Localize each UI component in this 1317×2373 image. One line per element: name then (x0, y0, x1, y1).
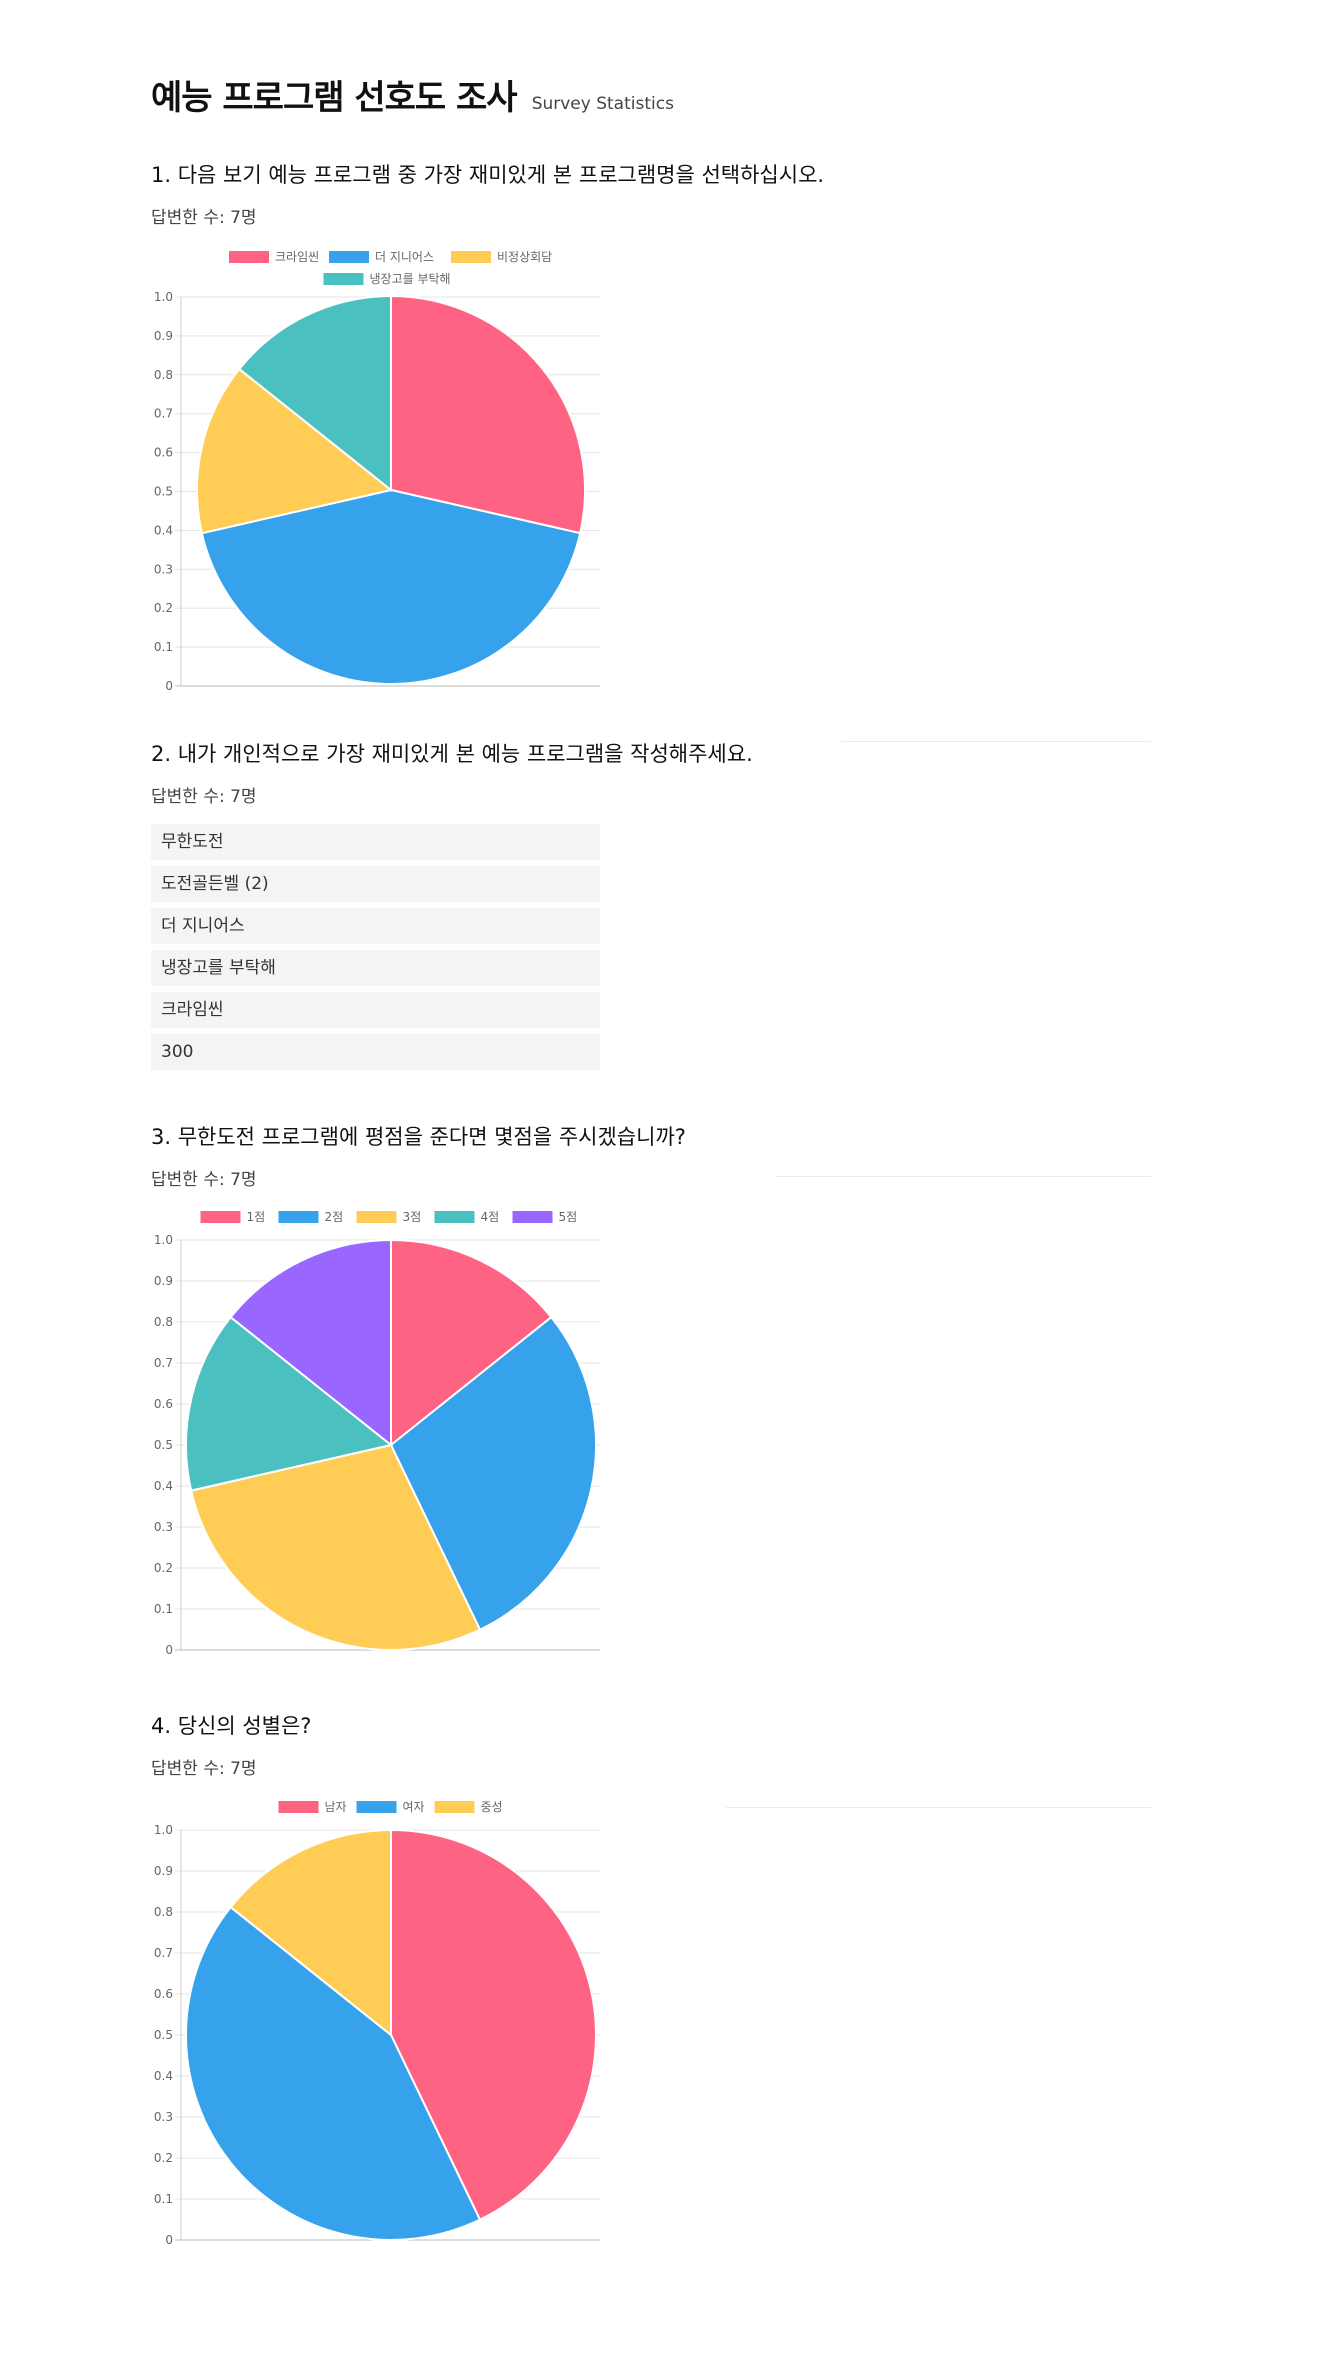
page-title: 예능 프로그램 선호도 조사 Survey Statistics (151, 70, 674, 119)
answer-item: 300 (151, 1034, 600, 1070)
legend-swatch (229, 251, 269, 263)
y-tick-label: 1.0 (154, 290, 173, 304)
legend-label: 3점 (403, 1210, 422, 1224)
question-3-title: 3. 무한도전 프로그램에 평점을 준다면 몇점을 주시겠습니까? (151, 1125, 686, 1149)
y-tick-label: 0.2 (154, 1561, 173, 1575)
answer-item: 무한도전 (151, 824, 600, 860)
y-tick-label: 0.6 (154, 446, 173, 460)
y-tick-label: 0 (165, 2233, 173, 2247)
legend-label: 5점 (559, 1210, 578, 1224)
section-divider (776, 1176, 1151, 1177)
legend-label: 여자 (403, 1800, 425, 1814)
legend-swatch (451, 251, 491, 263)
legend-label: 남자 (325, 1800, 347, 1814)
y-tick-label: 0.3 (154, 562, 173, 576)
y-tick-label: 0.7 (154, 1946, 173, 1960)
section-divider (841, 741, 1151, 742)
legend-swatch (278, 1801, 319, 1813)
question-1-pie-chart: 크라임씬 더 지니어스 비정상회담냉장고를 부탁해 0 0.1 0.2 0.3 0.4 0.5 0… (154, 250, 600, 693)
y-tick-label: 0.9 (154, 1274, 173, 1288)
legend-label: 냉장고를 부탁해 (370, 272, 451, 286)
question-3-pie-chart: 1점 2점 3점 4점 5점 0 0.1 0.2 0.3 0.4 0.5 0.6 0.7 0.8 0.9 1.… (154, 1210, 600, 1657)
y-tick-label: 0.5 (154, 1438, 173, 1452)
y-tick-label: 0.4 (154, 1479, 173, 1493)
legend-swatch (323, 273, 364, 285)
legend-label: 크라임씬 (275, 250, 319, 264)
answer-item: 냉장고를 부탁해 (151, 950, 600, 986)
y-tick-label: 0.8 (154, 1315, 173, 1329)
y-tick-label: 0.2 (154, 601, 173, 615)
y-tick-label: 0.4 (154, 523, 173, 537)
question-2-count: 답변한 수: 7명 (151, 787, 257, 807)
legend-swatch (200, 1211, 241, 1223)
y-tick-label: 0 (165, 679, 173, 693)
question-4-pie-chart: 남자 여자 중성 0 0.1 0.2 0.3 0.4 0.5 0.6 0.7 0.8 0.9 1.0 (154, 1800, 600, 2247)
answer-item: 크라임씬 (151, 992, 600, 1028)
question-2-title: 2. 내가 개인적으로 가장 재미있게 본 예능 프로그램을 작성해주세요. (151, 742, 753, 766)
question-1-count: 답변한 수: 7명 (151, 208, 257, 228)
y-tick-label: 0.1 (154, 640, 173, 654)
y-tick-label: 0.1 (154, 2192, 173, 2206)
page-subtitle: Survey Statistics (531, 94, 674, 114)
page-title-main: 예능 프로그램 선호도 조사 (151, 78, 518, 118)
y-tick-label: 0 (165, 1643, 173, 1657)
legend-swatch (278, 1211, 319, 1223)
y-tick-label: 0.3 (154, 1520, 173, 1534)
section-divider (726, 1807, 1151, 1808)
y-tick-label: 0.4 (154, 2069, 173, 2083)
y-tick-label: 0.7 (154, 407, 173, 421)
legend-label: 비정상회담 (497, 250, 552, 264)
y-tick-label: 0.6 (154, 1987, 173, 2001)
y-tick-label: 1.0 (154, 1233, 173, 1247)
y-tick-label: 0.8 (154, 1905, 173, 1919)
y-tick-label: 0.6 (154, 1397, 173, 1411)
question-3-count: 답변한 수: 7명 (151, 1170, 257, 1190)
y-tick-label: 0.8 (154, 368, 173, 382)
y-tick-label: 0.3 (154, 2110, 173, 2124)
answer-item: 더 지니어스 (151, 908, 600, 944)
y-tick-label: 0.1 (154, 1602, 173, 1616)
legend-swatch (434, 1801, 475, 1813)
legend-swatch (512, 1211, 553, 1223)
legend-swatch (356, 1211, 397, 1223)
question-1-title: 1. 다음 보기 예능 프로그램 중 가장 재미있게 본 프로그램명을 선택하십… (151, 163, 825, 187)
y-tick-label: 0.5 (154, 485, 173, 499)
legend-label: 중성 (481, 1800, 503, 1814)
legend-swatch (434, 1211, 475, 1223)
y-tick-label: 0.9 (154, 329, 173, 343)
legend-label: 더 지니어스 (375, 250, 434, 264)
y-tick-label: 0.5 (154, 2028, 173, 2042)
legend-label: 1점 (247, 1210, 266, 1224)
question-4-count: 답변한 수: 7명 (151, 1759, 257, 1779)
y-tick-label: 0.9 (154, 1864, 173, 1878)
legend-label: 2점 (325, 1210, 344, 1224)
y-tick-label: 1.0 (154, 1823, 173, 1837)
legend-label: 4점 (481, 1210, 500, 1224)
y-tick-label: 0.7 (154, 1356, 173, 1370)
question-4-title: 4. 당신의 성별은? (151, 1714, 312, 1738)
answer-list: 무한도전 도전골든벨 (2) 더 지니어스 냉장고를 부탁해 크라임씬 300 (151, 824, 600, 1076)
legend-swatch (329, 251, 369, 263)
answer-item: 도전골든벨 (2) (151, 866, 600, 902)
y-tick-label: 0.2 (154, 2151, 173, 2165)
legend-swatch (356, 1801, 397, 1813)
